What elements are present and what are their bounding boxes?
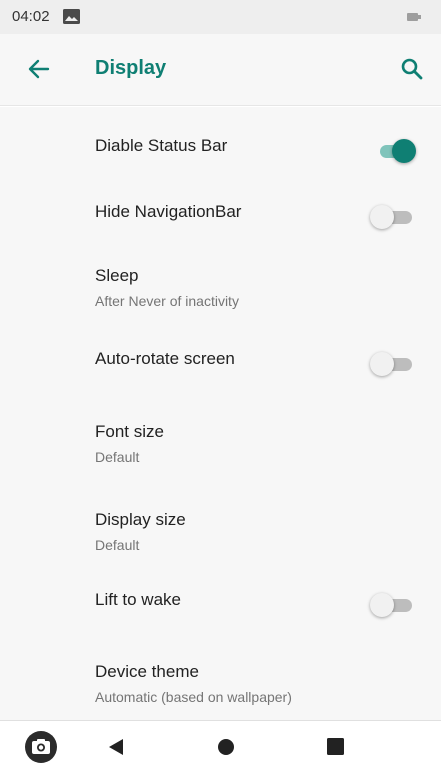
lift-to-wake-toggle[interactable]: [370, 592, 416, 618]
setting-summary: Automatic (based on wallpaper): [95, 689, 292, 705]
setting-row-auto-rotate[interactable]: Auto-rotate screen: [0, 320, 441, 408]
setting-summary: Default: [95, 449, 140, 465]
recents-square-icon[interactable]: [327, 738, 344, 755]
search-icon[interactable]: [399, 56, 425, 82]
setting-row-lift-to-wake[interactable]: Lift to wake: [0, 561, 441, 649]
setting-title: Sleep: [95, 266, 139, 285]
camera-icon[interactable]: [24, 730, 58, 764]
auto-rotate-toggle[interactable]: [370, 351, 416, 377]
setting-summary: Default: [95, 537, 140, 553]
home-circle-icon[interactable]: [217, 738, 235, 756]
setting-row-font-size[interactable]: Font size Default: [0, 405, 441, 493]
page-title: Display: [95, 57, 167, 79]
navigation-bar: [0, 720, 441, 773]
setting-summary: After Never of inactivity: [95, 293, 239, 309]
back-arrow-icon[interactable]: [26, 56, 52, 82]
hide-navigation-bar-toggle[interactable]: [370, 204, 416, 230]
setting-title: Lift to wake: [95, 590, 181, 609]
status-bar: 04:02: [0, 0, 441, 34]
battery-icon: [407, 13, 421, 21]
back-triangle-icon[interactable]: [106, 737, 126, 757]
setting-title: Display size: [95, 510, 186, 529]
setting-title: Diable Status Bar: [95, 136, 228, 155]
disable-status-bar-toggle[interactable]: [370, 138, 416, 164]
setting-title: Device theme: [95, 662, 199, 681]
setting-title: Auto-rotate screen: [95, 349, 235, 368]
setting-title: Hide NavigationBar: [95, 202, 242, 221]
image-notification-icon: [63, 9, 80, 24]
app-bar: Display: [0, 34, 441, 106]
setting-row-hide-navigation-bar[interactable]: Hide NavigationBar: [0, 173, 441, 261]
settings-list: Diable Status Bar Hide NavigationBar Sle…: [0, 107, 441, 720]
status-time: 04:02: [12, 8, 50, 25]
setting-title: Font size: [95, 422, 164, 441]
